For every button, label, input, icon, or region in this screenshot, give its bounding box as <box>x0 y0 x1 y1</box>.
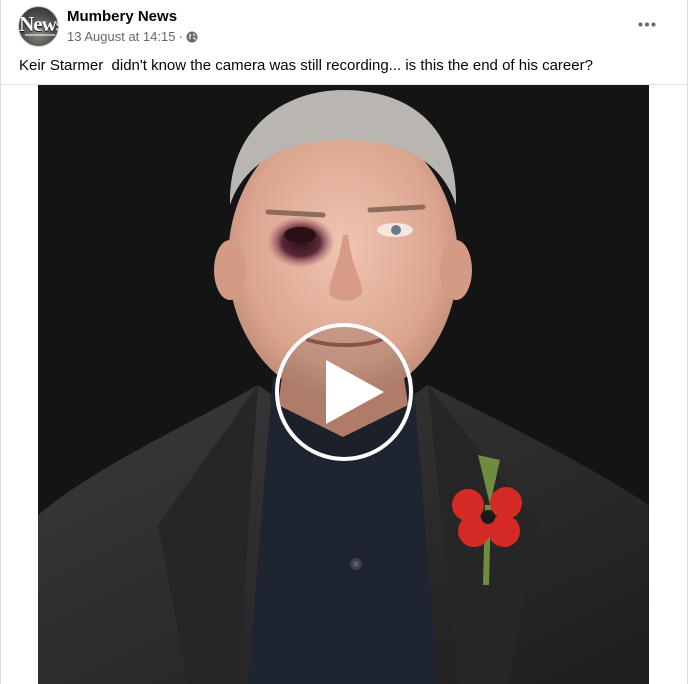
page-name-link[interactable]: Mumbery News <box>67 8 177 25</box>
facebook-post: News Mumbery News 13 August at 14:15 · K… <box>0 0 688 684</box>
video-player[interactable] <box>38 85 649 684</box>
post-meta: 13 August at 14:15 · <box>67 29 198 44</box>
more-options-icon[interactable] <box>633 12 661 36</box>
play-icon[interactable] <box>274 322 414 462</box>
post-caption: Keir Starmer didn't know the camera was … <box>19 57 593 74</box>
page-avatar[interactable]: News <box>18 6 59 47</box>
post-header: News Mumbery News 13 August at 14:15 · <box>1 0 687 54</box>
post-timestamp[interactable]: 13 August at 14:15 <box>67 29 175 44</box>
meta-separator: · <box>178 29 183 44</box>
globe-icon[interactable] <box>186 31 198 43</box>
avatar-logo-line <box>25 34 55 36</box>
